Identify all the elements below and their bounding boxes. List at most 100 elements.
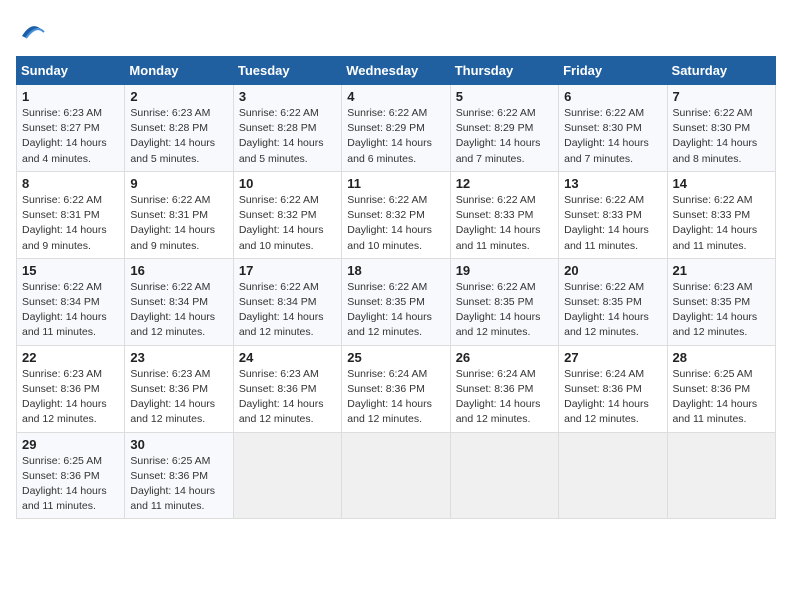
day-number: 11 [347, 176, 444, 191]
day-number: 7 [673, 89, 770, 104]
day-number: 8 [22, 176, 119, 191]
day-number: 4 [347, 89, 444, 104]
page-header [16, 16, 776, 44]
day-details: Sunrise: 6:25 AMSunset: 8:36 PMDaylight:… [22, 454, 119, 515]
calendar-cell [233, 432, 341, 519]
day-number: 24 [239, 350, 336, 365]
day-number: 6 [564, 89, 661, 104]
weekday-header: Saturday [667, 57, 775, 85]
day-number: 27 [564, 350, 661, 365]
day-number: 20 [564, 263, 661, 278]
day-details: Sunrise: 6:22 AMSunset: 8:33 PMDaylight:… [673, 193, 770, 254]
day-number: 13 [564, 176, 661, 191]
calendar-cell [450, 432, 558, 519]
calendar-cell: 24Sunrise: 6:23 AMSunset: 8:36 PMDayligh… [233, 345, 341, 432]
day-number: 19 [456, 263, 553, 278]
calendar-cell: 9Sunrise: 6:22 AMSunset: 8:31 PMDaylight… [125, 171, 233, 258]
calendar-cell: 29 Sunrise: 6:25 AMSunset: 8:36 PMDayligh… [17, 432, 125, 519]
day-number: 25 [347, 350, 444, 365]
calendar-cell: 20 Sunrise: 6:22 AMSunset: 8:35 PMDayligh… [559, 258, 667, 345]
day-details: Sunrise: 6:22 AMSunset: 8:29 PMDaylight:… [347, 106, 444, 167]
day-number: 5 [456, 89, 553, 104]
day-details: Sunrise: 6:22 AMSunset: 8:33 PMDaylight:… [564, 193, 661, 254]
weekday-header: Thursday [450, 57, 558, 85]
calendar-cell: 5 Sunrise: 6:22 AMSunset: 8:29 PMDaylight… [450, 85, 558, 172]
day-number: 15 [22, 263, 119, 278]
day-number: 14 [673, 176, 770, 191]
day-number: 3 [239, 89, 336, 104]
day-details: Sunrise: 6:22 AMSunset: 8:32 PMDaylight:… [347, 193, 444, 254]
weekday-header: Tuesday [233, 57, 341, 85]
day-details: Sunrise: 6:22 AMSunset: 8:31 PMDaylight:… [22, 193, 119, 254]
calendar-cell: 15 Sunrise: 6:22 AMSunset: 8:34 PMDayligh… [17, 258, 125, 345]
day-number: 23 [130, 350, 227, 365]
day-details: Sunrise: 6:23 AMSunset: 8:28 PMDaylight:… [130, 106, 227, 167]
day-number: 1 [22, 89, 119, 104]
day-details: Sunrise: 6:23 AMSunset: 8:27 PMDaylight:… [22, 106, 119, 167]
day-details: Sunrise: 6:22 AMSunset: 8:34 PMDaylight:… [22, 280, 119, 341]
day-number: 16 [130, 263, 227, 278]
calendar-cell: 12 Sunrise: 6:22 AMSunset: 8:33 PMDayligh… [450, 171, 558, 258]
day-details: Sunrise: 6:22 AMSunset: 8:32 PMDaylight:… [239, 193, 336, 254]
day-details: Sunrise: 6:22 AMSunset: 8:28 PMDaylight:… [239, 106, 336, 167]
calendar-cell: 25 Sunrise: 6:24 AMSunset: 8:36 PMDayligh… [342, 345, 450, 432]
calendar-week-row: 8 Sunrise: 6:22 AMSunset: 8:31 PMDaylight… [17, 171, 776, 258]
calendar-week-row: 29 Sunrise: 6:25 AMSunset: 8:36 PMDayligh… [17, 432, 776, 519]
weekday-header: Monday [125, 57, 233, 85]
day-number: 26 [456, 350, 553, 365]
calendar-header: SundayMondayTuesdayWednesdayThursdayFrid… [17, 57, 776, 85]
calendar-cell: 28 Sunrise: 6:25 AMSunset: 8:36 PMDayligh… [667, 345, 775, 432]
day-details: Sunrise: 6:25 AMSunset: 8:36 PMDaylight:… [673, 367, 770, 428]
day-details: Sunrise: 6:22 AMSunset: 8:29 PMDaylight:… [456, 106, 553, 167]
day-number: 21 [673, 263, 770, 278]
day-details: Sunrise: 6:22 AMSunset: 8:30 PMDaylight:… [673, 106, 770, 167]
day-details: Sunrise: 6:22 AMSunset: 8:34 PMDaylight:… [130, 280, 227, 341]
day-number: 18 [347, 263, 444, 278]
day-number: 12 [456, 176, 553, 191]
day-details: Sunrise: 6:23 AMSunset: 8:36 PMDaylight:… [22, 367, 119, 428]
calendar-cell: 11 Sunrise: 6:22 AMSunset: 8:32 PMDayligh… [342, 171, 450, 258]
calendar-cell: 6 Sunrise: 6:22 AMSunset: 8:30 PMDaylight… [559, 85, 667, 172]
calendar-cell: 1 Sunrise: 6:23 AMSunset: 8:27 PMDaylight… [17, 85, 125, 172]
calendar-week-row: 1 Sunrise: 6:23 AMSunset: 8:27 PMDaylight… [17, 85, 776, 172]
day-number: 10 [239, 176, 336, 191]
day-number: 17 [239, 263, 336, 278]
calendar-cell: 8 Sunrise: 6:22 AMSunset: 8:31 PMDaylight… [17, 171, 125, 258]
calendar-cell: 14 Sunrise: 6:22 AMSunset: 8:33 PMDayligh… [667, 171, 775, 258]
calendar-cell: 18 Sunrise: 6:22 AMSunset: 8:35 PMDayligh… [342, 258, 450, 345]
day-details: Sunrise: 6:25 AMSunset: 8:36 PMDaylight:… [130, 454, 227, 515]
calendar-cell: 7 Sunrise: 6:22 AMSunset: 8:30 PMDaylight… [667, 85, 775, 172]
day-details: Sunrise: 6:22 AMSunset: 8:35 PMDaylight:… [564, 280, 661, 341]
day-details: Sunrise: 6:22 AMSunset: 8:30 PMDaylight:… [564, 106, 661, 167]
day-details: Sunrise: 6:22 AMSunset: 8:35 PMDaylight:… [347, 280, 444, 341]
day-details: Sunrise: 6:22 AMSunset: 8:33 PMDaylight:… [456, 193, 553, 254]
calendar-cell: 30 Sunrise: 6:25 AMSunset: 8:36 PMDayligh… [125, 432, 233, 519]
calendar-cell: 26 Sunrise: 6:24 AMSunset: 8:36 PMDayligh… [450, 345, 558, 432]
day-number: 22 [22, 350, 119, 365]
weekday-header: Wednesday [342, 57, 450, 85]
calendar-cell: 23Sunrise: 6:23 AMSunset: 8:36 PMDayligh… [125, 345, 233, 432]
day-details: Sunrise: 6:24 AMSunset: 8:36 PMDaylight:… [456, 367, 553, 428]
calendar-cell: 27 Sunrise: 6:24 AMSunset: 8:36 PMDayligh… [559, 345, 667, 432]
calendar-cell: 3 Sunrise: 6:22 AMSunset: 8:28 PMDaylight… [233, 85, 341, 172]
calendar-cell: 10 Sunrise: 6:22 AMSunset: 8:32 PMDayligh… [233, 171, 341, 258]
calendar-cell: 17 Sunrise: 6:22 AMSunset: 8:34 PMDayligh… [233, 258, 341, 345]
day-details: Sunrise: 6:24 AMSunset: 8:36 PMDaylight:… [564, 367, 661, 428]
day-number: 9 [130, 176, 227, 191]
day-details: Sunrise: 6:24 AMSunset: 8:36 PMDaylight:… [347, 367, 444, 428]
day-details: Sunrise: 6:22 AMSunset: 8:34 PMDaylight:… [239, 280, 336, 341]
calendar-week-row: 15 Sunrise: 6:22 AMSunset: 8:34 PMDayligh… [17, 258, 776, 345]
weekday-header: Sunday [17, 57, 125, 85]
day-number: 30 [130, 437, 227, 452]
calendar-table: SundayMondayTuesdayWednesdayThursdayFrid… [16, 56, 776, 519]
day-number: 28 [673, 350, 770, 365]
day-number: 29 [22, 437, 119, 452]
calendar-cell: 13 Sunrise: 6:22 AMSunset: 8:33 PMDayligh… [559, 171, 667, 258]
calendar-cell [559, 432, 667, 519]
calendar-cell: 2 Sunrise: 6:23 AMSunset: 8:28 PMDaylight… [125, 85, 233, 172]
logo-icon [18, 16, 46, 44]
calendar-cell: 4 Sunrise: 6:22 AMSunset: 8:29 PMDaylight… [342, 85, 450, 172]
calendar-cell: 16 Sunrise: 6:22 AMSunset: 8:34 PMDayligh… [125, 258, 233, 345]
day-number: 2 [130, 89, 227, 104]
calendar-cell: 21Sunrise: 6:23 AMSunset: 8:35 PMDayligh… [667, 258, 775, 345]
